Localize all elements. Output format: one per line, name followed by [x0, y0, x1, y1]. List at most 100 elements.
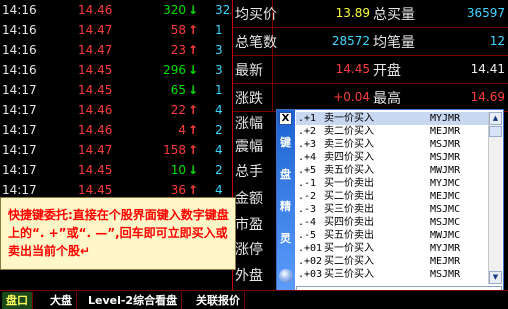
tick-time: 14:16 — [2, 63, 37, 77]
tick-volume: 320 — [163, 3, 186, 17]
keyboard-wizard-popup: X 键 盘 精 灵 .+1 卖一价买入 MYJMR .+2 卖二价买入 MEJMR .+3 卖… — [276, 109, 504, 304]
quote-row-last: 最新 14.45 开盘 14.41 — [233, 56, 508, 84]
tick-volume: 296 — [163, 63, 186, 77]
total-trades-value: 28572 — [331, 34, 370, 48]
open-value: 14.41 — [470, 62, 505, 76]
wizard-item-key: MEJMR — [430, 256, 461, 267]
tick-price: 14.47 — [78, 23, 113, 37]
total-buy-value: 36597 — [466, 6, 505, 20]
wizard-title-char: 灵 — [280, 232, 291, 245]
wizard-list-item[interactable]: .-1 买一价卖出 MYJMC — [296, 177, 488, 190]
close-icon[interactable]: X — [279, 112, 292, 125]
wizard-item-desc: 买三价买入 — [324, 269, 374, 280]
wizard-list-item[interactable]: .+5 卖五价买入 MWJMR — [296, 164, 488, 177]
tick-time: 14:17 — [2, 123, 37, 137]
stub-label: 总手 — [235, 164, 263, 180]
wizard-list[interactable]: .+1 卖一价买入 MYJMR .+2 卖二价买入 MEJMR .+3 卖三价买入 MSJMR.… — [296, 112, 488, 284]
avg-per-trade-value: 12 — [489, 34, 505, 48]
wizard-list-item[interactable]: .+2 卖二价买入 MEJMR — [296, 125, 488, 138]
tick-extra: 3 — [215, 63, 223, 77]
arrow-down-icon: ↓ — [188, 163, 199, 177]
tab-level2[interactable]: Level-2综合看盘 — [84, 292, 183, 309]
arrow-up-icon: ↑ — [188, 123, 199, 137]
last-value: 14.45 — [335, 62, 370, 76]
tick-extra: 4 — [215, 103, 223, 117]
tick-row: 14:17 14.46 22 ↑ 4 — [0, 100, 232, 120]
arrow-down-icon: ↓ — [188, 83, 199, 97]
tick-price: 14.45 — [78, 63, 113, 77]
orb-icon — [279, 269, 293, 283]
stub-label: 外盘 — [235, 268, 263, 284]
wizard-item-code: .-1 — [298, 178, 317, 189]
wizard-list-item[interactable]: .-5 买五价卖出 MWJMC — [296, 229, 488, 242]
tick-price: 14.46 — [78, 3, 113, 17]
wizard-item-desc: 卖三价买入 — [324, 139, 374, 150]
quote-row-change: 涨跌 +0.04 最高 14.69 — [233, 84, 508, 112]
wizard-side-bar: X 键 盘 精 灵 — [277, 110, 295, 303]
tick-volume: 22 — [170, 103, 186, 117]
wizard-scrollbar[interactable]: ▲ ▼ — [488, 112, 502, 284]
wizard-list-item[interactable]: .+01 买一价买入 MYJMR — [296, 242, 488, 255]
wizard-item-desc: 买一价卖出 — [324, 178, 374, 189]
arrow-down-icon: ↓ — [188, 3, 199, 17]
wizard-item-desc: 买一价买入 — [324, 243, 374, 254]
tick-extra: 32 — [215, 3, 231, 17]
tab-dapan[interactable]: 大盘 — [46, 292, 77, 309]
wizard-list-item[interactable]: .+03 买三价买入 MSJMR — [296, 268, 488, 281]
hotkey-hint-box: 快捷键委托:直接在个股界面键入数字键盘上的“. +”或“. —”,回车即可立即买… — [0, 197, 236, 270]
wizard-list-item[interactable]: .-3 买三价卖出 MSJMC — [296, 203, 488, 216]
wizard-item-key: MYJMR — [430, 113, 461, 124]
wizard-list-item[interactable]: .-2 买二价卖出 MEJMC — [296, 190, 488, 203]
avg-per-trade-label: 均笔量 — [373, 35, 415, 51]
wizard-item-code: .-2 — [298, 191, 317, 202]
wizard-item-key: MSJMR — [430, 152, 461, 163]
quote-row-trades: 总笔数 28572 均笔量 12 — [233, 28, 508, 56]
tick-extra: 2 — [215, 123, 223, 137]
tick-row: 14:17 14.46 4 ↑ 2 — [0, 120, 232, 140]
wizard-item-code: .+2 — [298, 126, 317, 137]
wizard-list-item[interactable]: .+02 买二价买入 MEJMR — [296, 255, 488, 268]
total-trades-label: 总笔数 — [235, 35, 277, 51]
tick-price: 14.45 — [78, 83, 113, 97]
tick-extra: 2 — [215, 163, 223, 177]
tick-time: 14:17 — [2, 163, 37, 177]
quote-row-avg-buy: 均买价 13.89 总买量 36597 — [233, 0, 508, 28]
wizard-item-code: .+01 — [298, 243, 323, 254]
total-buy-label: 总买量 — [373, 7, 415, 23]
tick-time: 14:17 — [2, 83, 37, 97]
wizard-item-key: MSJMC — [430, 204, 461, 215]
tick-row: 14:17 14.47 158 ↑ 4 — [0, 140, 232, 160]
tab-related[interactable]: 关联报价 — [192, 292, 245, 309]
scroll-thumb[interactable] — [489, 126, 502, 137]
tick-extra: 4 — [215, 143, 223, 157]
wizard-item-code: .+4 — [298, 152, 317, 163]
change-label: 涨跌 — [235, 91, 263, 107]
tick-volume: 158 — [163, 143, 186, 157]
arrow-up-icon: ↑ — [188, 143, 199, 157]
tick-row: 14:17 14.45 65 ↓ 1 — [0, 80, 232, 100]
stub-label: 金额 — [235, 191, 263, 207]
wizard-item-code: .-4 — [298, 217, 317, 228]
wizard-item-key: MEJMC — [430, 191, 461, 202]
tick-row: 14:16 14.47 23 ↑ 3 — [0, 40, 232, 60]
wizard-title-char: 精 — [280, 200, 291, 213]
open-label: 开盘 — [373, 63, 401, 79]
wizard-list-item[interactable]: .-4 买四价卖出 MSJMC — [296, 216, 488, 229]
tick-price: 14.47 — [78, 143, 113, 157]
wizard-item-key: MWJMC — [430, 230, 461, 241]
hint-text: 快捷键委托:直接在个股界面键入数字键盘上的“. +”或“. —”,回车即可立即买… — [8, 208, 229, 258]
tick-time: 14:16 — [2, 3, 37, 17]
wizard-item-key: MYJMC — [430, 178, 461, 189]
tick-volume: 23 — [170, 43, 186, 57]
wizard-list-item[interactable]: .+3 卖三价买入 MSJMR — [296, 138, 488, 151]
wizard-list-item[interactable]: .+4 卖四价买入 MSJMR — [296, 151, 488, 164]
wizard-title-char: 键 — [280, 136, 291, 149]
tab-pankou[interactable]: 盘口 — [2, 292, 33, 309]
stub-label: 涨幅 — [235, 116, 263, 132]
high-value: 14.69 — [470, 90, 505, 104]
tick-row: 14:16 14.45 296 ↓ 3 — [0, 60, 232, 80]
wizard-list-item[interactable]: .+1 卖一价买入 MYJMR — [296, 112, 488, 125]
tick-row: 14:16 14.47 58 ↑ 1 — [0, 20, 232, 40]
scroll-up-icon[interactable]: ▲ — [489, 112, 502, 125]
scroll-down-icon[interactable]: ▼ — [489, 271, 502, 284]
